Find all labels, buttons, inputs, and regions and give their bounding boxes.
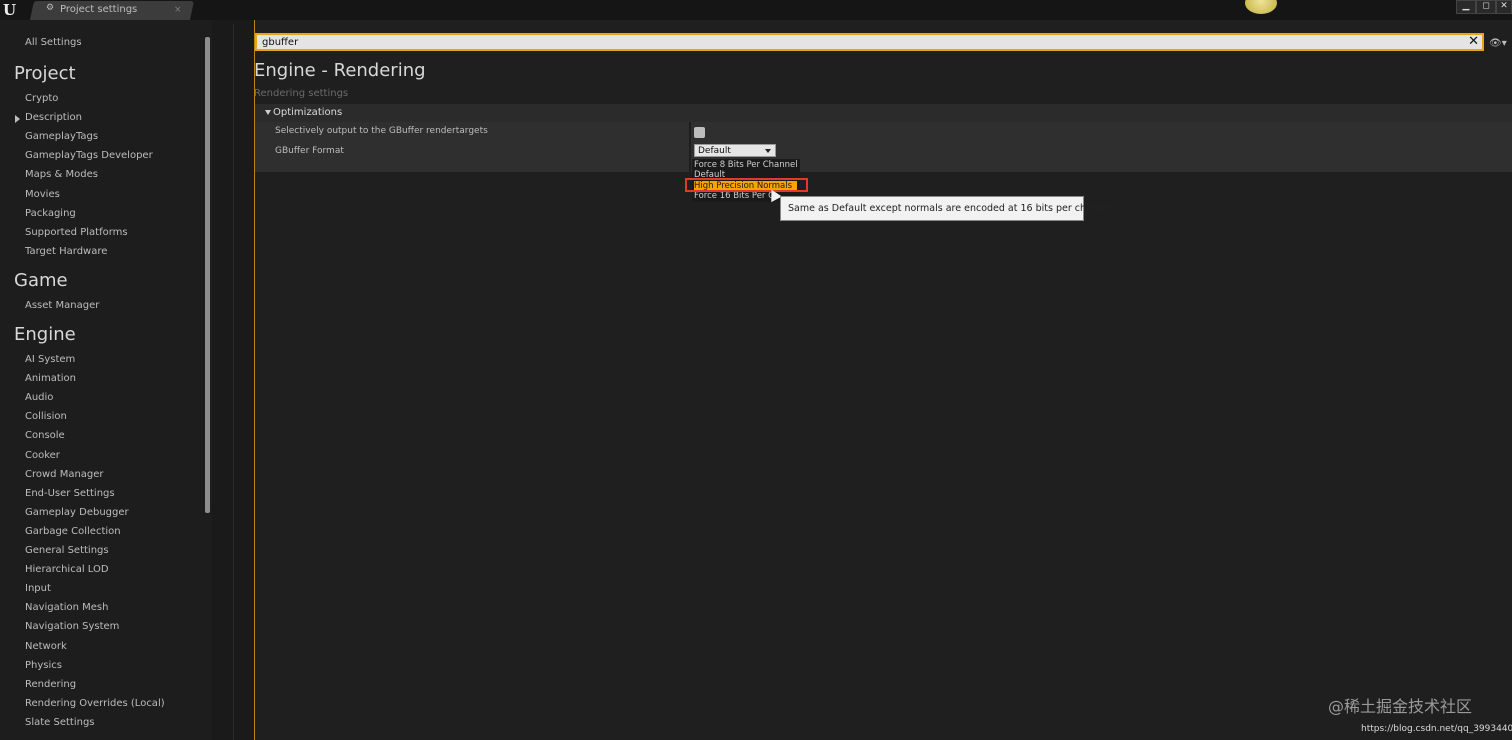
sidebar-item[interactable]: Supported Platforms: [25, 226, 128, 240]
sidebar-item[interactable]: Collision: [25, 410, 67, 424]
sidebar-item[interactable]: End-User Settings: [25, 487, 115, 501]
sidebar-item[interactable]: Gameplay Debugger: [25, 506, 129, 520]
tab-title: Project settings: [60, 4, 138, 15]
property-label: GBuffer Format: [275, 146, 344, 156]
sidebar-item[interactable]: Crowd Manager: [25, 468, 104, 482]
eye-icon[interactable]: 👁▾: [1489, 38, 1507, 50]
sidebar-item[interactable]: Physics: [25, 659, 62, 673]
sidebar-item[interactable]: Console: [25, 429, 65, 443]
sidebar-item[interactable]: Slate Settings: [25, 716, 95, 730]
expand-arrow-icon[interactable]: [15, 115, 20, 123]
sidebar-item[interactable]: General Settings: [25, 544, 109, 558]
sidebar-item[interactable]: Rendering Overrides (Local): [25, 697, 165, 711]
unreal-logo-icon[interactable]: U: [3, 1, 16, 19]
restore-button[interactable]: ◻: [1476, 0, 1496, 14]
dropdown-value: Default: [698, 146, 731, 156]
selective-output-checkbox[interactable]: [694, 127, 705, 138]
watermark-brand: @稀土掘金技术社区: [1328, 697, 1473, 716]
page-title: Engine - Rendering: [254, 60, 426, 81]
sidebar-item[interactable]: GameplayTags Developer: [25, 149, 153, 163]
sidebar-section-game: Game: [14, 270, 68, 291]
sidebar-item[interactable]: Cooker: [25, 449, 60, 463]
clear-search-icon[interactable]: ✕: [1468, 34, 1479, 50]
sidebar-item[interactable]: Navigation System: [25, 620, 119, 634]
watermark-url: https://blog.csdn.net/qq_39934403: [1361, 724, 1512, 734]
sidebar-item[interactable]: Asset Manager: [25, 299, 99, 313]
annotation-highlight-box: [685, 178, 808, 192]
sidebar-section-project: Project: [14, 63, 76, 84]
sidebar-item[interactable]: Animation: [25, 372, 76, 386]
splitter-line[interactable]: [233, 24, 234, 740]
sidebar-item[interactable]: AI System: [25, 353, 75, 367]
category-header-optimizations[interactable]: [255, 104, 1512, 122]
sidebar-item[interactable]: Network: [25, 640, 67, 654]
gbuffer-format-dropdown[interactable]: Default: [694, 144, 776, 157]
sidebar-item[interactable]: Crypto: [25, 92, 58, 106]
sidebar-item[interactable]: Audio: [25, 391, 53, 405]
sidebar-item-all-settings[interactable]: All Settings: [25, 36, 82, 50]
sidebar-item[interactable]: Packaging: [25, 207, 76, 221]
chevron-down-icon: [765, 149, 771, 153]
minimize-button[interactable]: ▁: [1456, 0, 1476, 14]
sidebar-section-engine: Engine: [14, 324, 76, 345]
sidebar-item[interactable]: Navigation Mesh: [25, 601, 108, 615]
collapse-arrow-icon[interactable]: [265, 110, 271, 115]
title-bar: [0, 0, 1512, 20]
close-button[interactable]: ✕: [1496, 0, 1512, 14]
property-row-gbuffer-format: [255, 142, 1512, 172]
gear-icon: ⚙: [46, 3, 55, 13]
sidebar-item[interactable]: Movies: [25, 188, 60, 202]
sidebar-item[interactable]: Maps & Modes: [25, 168, 98, 182]
sidebar-item[interactable]: GameplayTags: [25, 130, 98, 144]
sidebar-item[interactable]: Garbage Collection: [25, 525, 121, 539]
tab-close-icon[interactable]: ×: [174, 3, 182, 17]
page-subtitle: Rendering settings: [254, 88, 349, 99]
search-input-value[interactable]: gbuffer: [262, 35, 298, 50]
sidebar-item[interactable]: Rendering: [25, 678, 76, 692]
sidebar-divider: [212, 20, 234, 740]
search-input[interactable]: gbuffer ✕: [255, 33, 1484, 51]
dropdown-option[interactable]: Force 8 Bits Per Channel: [694, 160, 798, 170]
category-label: Optimizations: [273, 107, 343, 118]
sidebar-item[interactable]: Description: [25, 111, 82, 125]
sidebar-scrollbar[interactable]: [205, 37, 210, 513]
tooltip-text: Same as Default except normals are encod…: [788, 203, 1113, 214]
sidebar-item[interactable]: Hierarchical LOD: [25, 563, 109, 577]
sidebar-item[interactable]: Input: [25, 582, 51, 596]
tooltip: Same as Default except normals are encod…: [780, 196, 1112, 221]
dropdown-option[interactable]: Force 16 Bits Per C: [694, 191, 774, 201]
sidebar-item[interactable]: Target Hardware: [25, 245, 107, 259]
property-label: Selectively output to the GBuffer render…: [275, 126, 488, 136]
